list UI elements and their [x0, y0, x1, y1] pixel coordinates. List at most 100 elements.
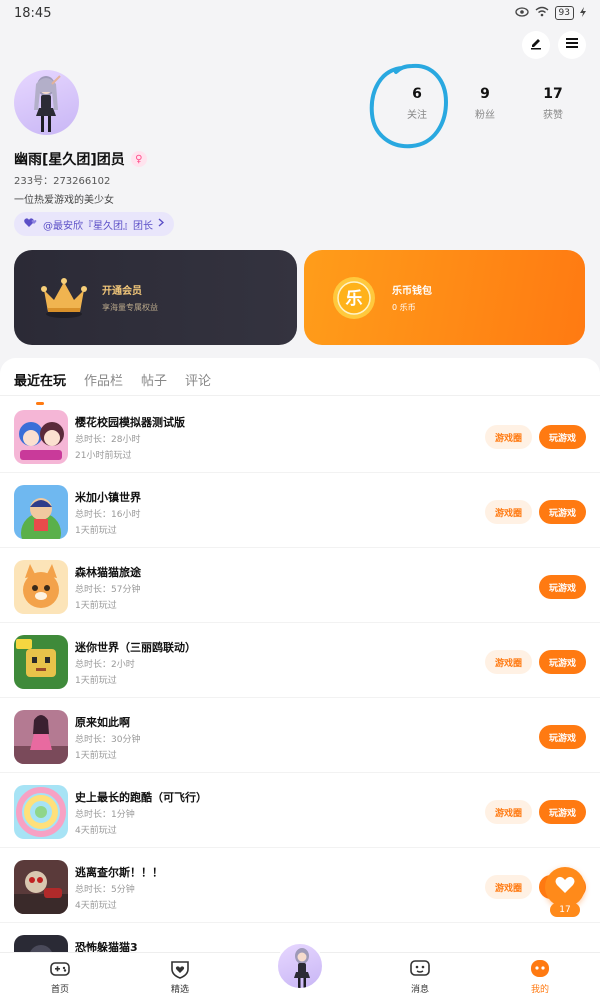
status-bar: 18:45 93 [0, 0, 600, 26]
game-circle-button[interactable]: 游戏圈 [485, 650, 532, 674]
game-last-played: 1天前玩过 [75, 601, 117, 611]
like-count: 17 [550, 903, 580, 917]
team-tag[interactable]: @最安欣『星久团』团长 [14, 212, 174, 236]
game-duration: 总时长：16小时 [75, 510, 141, 520]
gamepad-icon [49, 959, 71, 979]
tab-posts[interactable]: 帖子 [141, 370, 167, 395]
game-title: 米加小镇世界 [75, 491, 141, 504]
game-last-played: 1天前玩过 [75, 526, 117, 536]
play-game-button[interactable]: 玩游戏 [539, 500, 586, 524]
game-last-played: 4天前玩过 [75, 901, 117, 911]
game-row[interactable]: 米加小镇世界 总时长：16小时 1天前玩过 游戏圈 玩游戏 [0, 473, 600, 548]
game-last-played: 21小时前玩过 [75, 451, 132, 461]
game-circle-button[interactable]: 游戏圈 [485, 425, 532, 449]
heart-shield-icon [169, 959, 191, 979]
content-tabs: 最近在玩 作品栏 帖子 评论 [0, 358, 600, 405]
game-duration: 总时长：28小时 [75, 435, 141, 445]
wifi-icon [535, 6, 549, 20]
game-row[interactable]: 迷你世界（三丽鸥联动） 总时长：2小时 1天前玩过 游戏圈 玩游戏 [0, 623, 600, 698]
nav-home-label: 首页 [50, 985, 69, 995]
game-icon-mini-world[interactable] [14, 635, 68, 689]
nav-featured-label: 精选 [170, 985, 189, 995]
coin-icon: 乐 [330, 274, 378, 322]
game-icon-charles[interactable] [14, 860, 68, 914]
nav-messages[interactable]: 消息 [390, 959, 450, 995]
game-duration: 总时长：30分钟 [75, 735, 141, 745]
nav-center-avatar[interactable] [276, 942, 324, 990]
user-bio: 一位热爱游戏的美少女 [14, 195, 114, 206]
game-circle-button[interactable]: 游戏圈 [485, 875, 532, 899]
game-title: 樱花校园模拟器测试版 [75, 416, 185, 429]
crown-icon [40, 274, 88, 322]
game-row[interactable]: 森林猫猫旅途 总时长：57分钟 1天前玩过 玩游戏 [0, 548, 600, 623]
heart-icon [555, 876, 575, 898]
game-icon-miga[interactable] [14, 485, 68, 539]
team-tag-label: @最安欣『星久团』团长 [43, 220, 153, 232]
game-title: 迷你世界（三丽鸥联动） [75, 641, 196, 654]
play-game-button[interactable]: 玩游戏 [539, 575, 586, 599]
game-row[interactable]: 史上最长的跑酷（可飞行） 总时长：1分钟 4天前玩过 游戏圈 玩游戏 [0, 773, 600, 848]
nav-me[interactable]: 我的 [510, 959, 570, 995]
game-circle-button[interactable]: 游戏圈 [485, 500, 532, 524]
nav-featured[interactable]: 精选 [150, 959, 210, 995]
game-icon-forest-cat[interactable] [14, 560, 68, 614]
hearts-icon [24, 217, 38, 231]
status-time: 18:45 [14, 5, 52, 21]
play-game-button[interactable]: 玩游戏 [539, 650, 586, 674]
game-row[interactable]: 逃离查尔斯！！！ 总时长：5分钟 4天前玩过 游戏圈 玩游戏 [0, 848, 600, 923]
profile-face-icon [529, 959, 551, 979]
menu-button[interactable] [558, 31, 586, 59]
vip-card-subtitle: 享海量专属权益 [102, 303, 158, 312]
wallet-balance: 0 乐币 [392, 303, 416, 312]
profile-name-row: 幽雨[星久团]团员 ♀ [14, 149, 147, 169]
like-button[interactable] [545, 867, 585, 907]
wallet-card-title: 乐币钱包 [392, 286, 432, 297]
user-id: 233号：273266102 [14, 176, 111, 187]
profile-stats: 6 关注 9 粉丝 17 获赞 [385, 86, 585, 121]
game-row[interactable]: 原来如此啊 总时长：30分钟 1天前玩过 玩游戏 [0, 698, 600, 773]
message-icon [409, 959, 431, 979]
content-panel: 最近在玩 作品栏 帖子 评论 樱花校园模拟器测试版 总时长：28小时 21小时前… [0, 358, 600, 958]
game-title: 史上最长的跑酷（可飞行） [75, 791, 207, 804]
edit-button[interactable] [522, 31, 550, 59]
game-duration: 总时长：5分钟 [75, 885, 135, 895]
female-icon: ♀ [130, 151, 147, 167]
game-last-played: 4天前玩过 [75, 826, 117, 836]
game-icon-parkour[interactable] [14, 785, 68, 839]
game-icon-sakura[interactable] [14, 410, 68, 464]
wallet-card[interactable]: 乐 乐币钱包 0 乐币 [304, 250, 585, 345]
game-title: 森林猫猫旅途 [75, 566, 141, 579]
play-game-button[interactable]: 玩游戏 [539, 800, 586, 824]
eye-icon [514, 6, 529, 20]
game-last-played: 1天前玩过 [75, 751, 117, 761]
vip-card-title: 开通会员 [102, 286, 142, 297]
stat-following[interactable]: 6 关注 [385, 86, 449, 121]
game-duration: 总时长：1分钟 [75, 810, 135, 820]
vip-card[interactable]: 开通会员 享海量专属权益 [14, 250, 297, 345]
game-row[interactable]: 樱花校园模拟器测试版 总时长：28小时 21小时前玩过 游戏圈 玩游戏 [0, 398, 600, 473]
nav-me-label: 我的 [530, 985, 549, 995]
tab-recently-played[interactable]: 最近在玩 [14, 370, 66, 405]
stat-likes[interactable]: 17 获赞 [521, 86, 585, 121]
play-game-button[interactable]: 玩游戏 [539, 725, 586, 749]
game-title: 逃离查尔斯！！！ [75, 866, 163, 879]
game-duration: 总时长：2小时 [75, 660, 135, 670]
avatar[interactable] [14, 70, 79, 135]
play-game-button[interactable]: 玩游戏 [539, 425, 586, 449]
game-circle-button[interactable]: 游戏圈 [485, 800, 532, 824]
stat-followers[interactable]: 9 粉丝 [453, 86, 517, 121]
menu-icon [565, 37, 579, 53]
edit-icon [529, 36, 543, 54]
tab-comments[interactable]: 评论 [185, 370, 211, 395]
profile-name: 幽雨[星久团]团员 [14, 152, 125, 168]
bolt-icon [580, 6, 586, 20]
tab-works[interactable]: 作品栏 [84, 370, 123, 395]
battery-icon: 93 [554, 6, 574, 20]
chevron-right-icon [158, 218, 165, 230]
game-title: 原来如此啊 [75, 716, 130, 729]
coin-char: 乐 [346, 289, 363, 309]
game-duration: 总时长：57分钟 [75, 585, 141, 595]
game-icon-yuanlai[interactable] [14, 710, 68, 764]
nav-home[interactable]: 首页 [30, 959, 90, 995]
nav-messages-label: 消息 [410, 985, 429, 995]
